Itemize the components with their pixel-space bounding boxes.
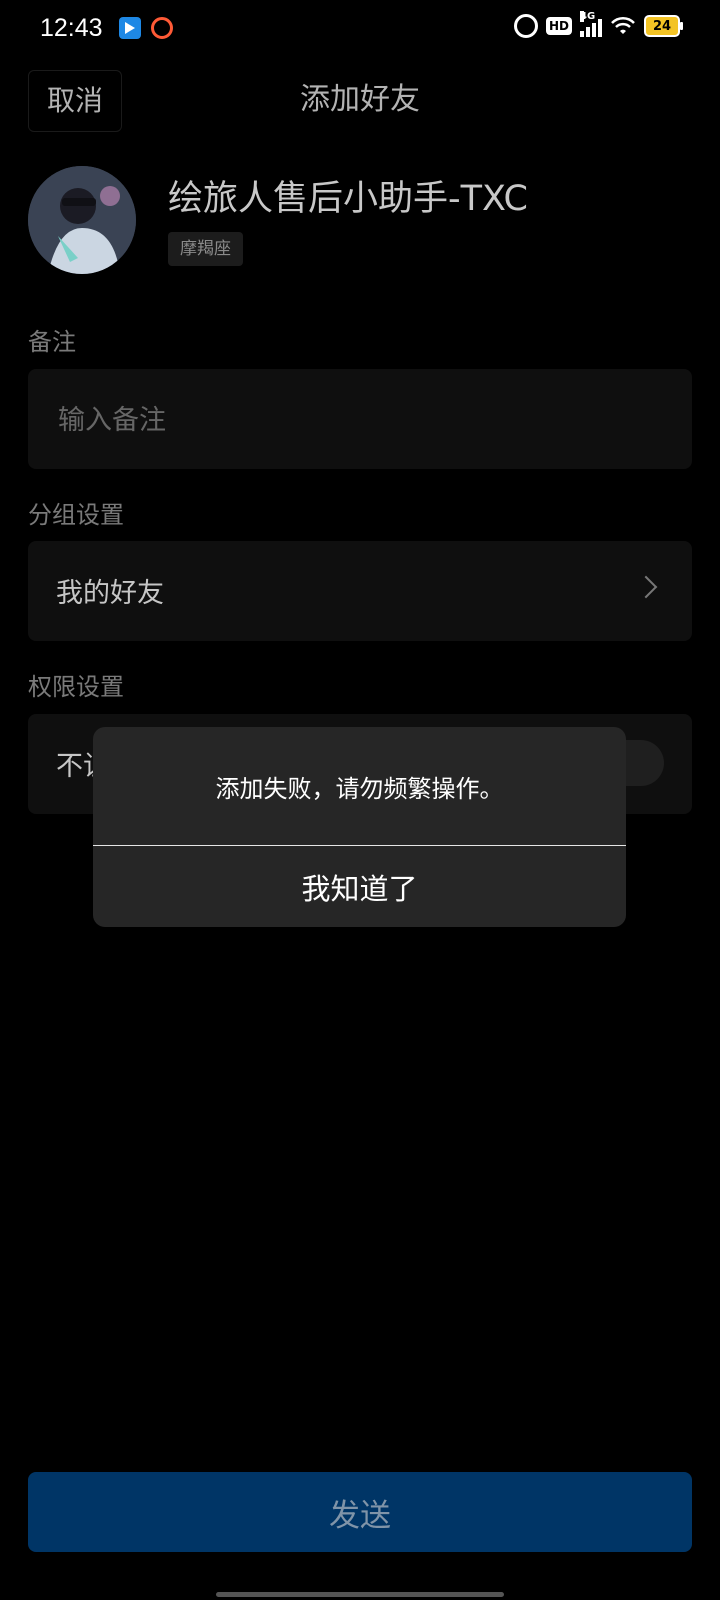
remark-card	[28, 369, 692, 469]
chevron-right-icon	[634, 575, 658, 599]
home-indicator[interactable]	[216, 1592, 504, 1597]
permission-label: 权限设置	[28, 673, 124, 701]
avatar-image	[28, 166, 136, 274]
status-right: HD 4G 24	[513, 11, 683, 38]
remark-label: 备注	[28, 328, 76, 356]
status-time: 12:43	[40, 13, 103, 42]
status-bar: 12:43 HD 4G 24	[0, 0, 720, 56]
add-friend-screen: 12:43 HD 4G 24 添加好友 取消 绘旅人售后小助手-TXC 摩羯座 …	[0, 0, 720, 1600]
hd-icon: HD	[545, 17, 572, 35]
ring-icon	[150, 17, 173, 39]
battery-icon: 24	[644, 15, 683, 37]
group-label: 分组设置	[28, 501, 124, 529]
send-button[interactable]: 发送	[28, 1472, 692, 1552]
alarm-icon	[513, 14, 538, 38]
error-dialog: 添加失败，请勿频繁操作。 我知道了	[93, 727, 626, 927]
profile-name: 绘旅人售后小助手-TXC	[168, 179, 528, 219]
app-notification-icon	[118, 17, 141, 39]
header: 添加好友 取消	[0, 70, 720, 134]
cancel-button[interactable]: 取消	[28, 70, 122, 132]
network-label: 4G	[580, 11, 596, 22]
signal-icon: 4G	[580, 11, 602, 37]
dialog-message: 添加失败，请勿频繁操作。	[215, 774, 504, 803]
remark-input[interactable]	[56, 397, 660, 443]
avatar[interactable]	[28, 166, 136, 274]
profile-tag: 摩羯座	[168, 232, 243, 266]
group-value: 我的好友	[56, 578, 164, 609]
wifi-icon	[611, 16, 635, 34]
group-selector[interactable]: 我的好友	[28, 541, 692, 641]
acknowledge-button[interactable]: 我知道了	[93, 846, 626, 927]
